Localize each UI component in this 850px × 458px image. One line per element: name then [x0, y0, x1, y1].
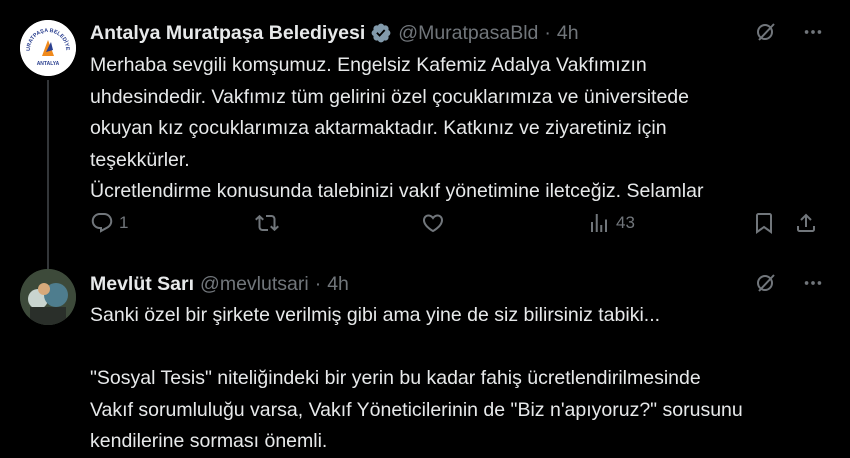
author-handle[interactable]: @MuratpasaBld	[398, 22, 538, 45]
tweet-text-line: Sanki özel bir şirkete verilmiş gibi ama…	[90, 304, 661, 326]
tweet-municipality[interactable]: MURATPAŞA BELEDİYESİ ANTALYA Antalya Mur…	[0, 0, 850, 270]
reply-button[interactable]: 1	[90, 211, 128, 235]
avatar[interactable]	[20, 269, 76, 325]
timestamp[interactable]: 4h	[557, 22, 579, 45]
tweet-text: Sanki özel bir şirkete verilmiş gibi ama…	[90, 300, 820, 458]
tweet-text-line: kendilerine sorması önemli.	[90, 430, 328, 452]
tweet-actions: 1 43	[0, 211, 850, 239]
avatar[interactable]: MURATPAŞA BELEDİYESİ ANTALYA	[20, 20, 76, 76]
tweet-text-line: okuyan kız çocuklarımıza aktarmaktadır. …	[90, 117, 667, 139]
retweet-button[interactable]	[255, 211, 284, 235]
header-actions	[754, 20, 824, 44]
tweet-text-line: "Sosyal Tesis" niteliğindeki bir yerin b…	[90, 367, 701, 389]
grok-icon[interactable]	[754, 271, 778, 295]
tweet-reply[interactable]: Mevlüt Sarı @mevlutsari · 4h Sanki özel …	[0, 258, 850, 456]
tweet-text-line: teşekkürler.	[90, 148, 190, 171]
reply-icon	[91, 213, 113, 233]
user-avatar-image	[20, 269, 76, 325]
author-name[interactable]: Mevlüt Sarı	[90, 273, 194, 296]
tweet-text: Merhaba sevgili komşumuz. Engelsiz Kafem…	[90, 50, 820, 208]
bookmark-icon	[756, 213, 772, 234]
views-button[interactable]: 43	[587, 211, 635, 235]
like-icon	[422, 214, 444, 233]
reply-count: 1	[119, 213, 129, 232]
separator-dot: ·	[314, 272, 322, 295]
tweet-text-line: uhdesindedir. Vakfımız tüm gelirini özel…	[90, 85, 689, 108]
svg-text:ANTALYA: ANTALYA	[37, 61, 60, 67]
share-button[interactable]	[794, 211, 818, 235]
like-button[interactable]	[421, 211, 450, 235]
timestamp[interactable]: 4h	[327, 273, 349, 296]
header-actions	[754, 271, 824, 295]
grok-icon[interactable]	[754, 20, 778, 44]
tweet-header: Antalya Muratpaşa Belediyesi @MuratpasaB…	[90, 19, 579, 47]
more-icon[interactable]	[802, 21, 824, 43]
retweet-icon	[255, 214, 279, 232]
tweet-text-line: Ücretlendirme konusunda talebinizi vakıf…	[90, 180, 704, 202]
views-icon	[591, 214, 607, 232]
tweet-header: Mevlüt Sarı @mevlutsari · 4h	[90, 270, 349, 298]
author-name[interactable]: Antalya Muratpaşa Belediyesi	[90, 22, 365, 45]
author-handle[interactable]: @mevlutsari	[200, 273, 309, 296]
tweet-text-line: Merhaba sevgili komşumuz. Engelsiz Kafem…	[90, 54, 647, 76]
tweet-text-line: Vakıf sorumluluğu varsa, Vakıf Yöneticil…	[90, 398, 743, 421]
thread-line	[47, 80, 49, 270]
municipality-logo: MURATPAŞA BELEDİYESİ ANTALYA	[20, 20, 76, 76]
views-count: 43	[616, 213, 635, 232]
separator-dot: ·	[544, 21, 551, 44]
verified-badge-icon	[370, 22, 392, 44]
more-icon[interactable]	[802, 272, 824, 294]
tweet-text-blank-line	[90, 332, 820, 364]
bookmark-button[interactable]	[752, 211, 776, 235]
share-icon	[797, 213, 815, 232]
